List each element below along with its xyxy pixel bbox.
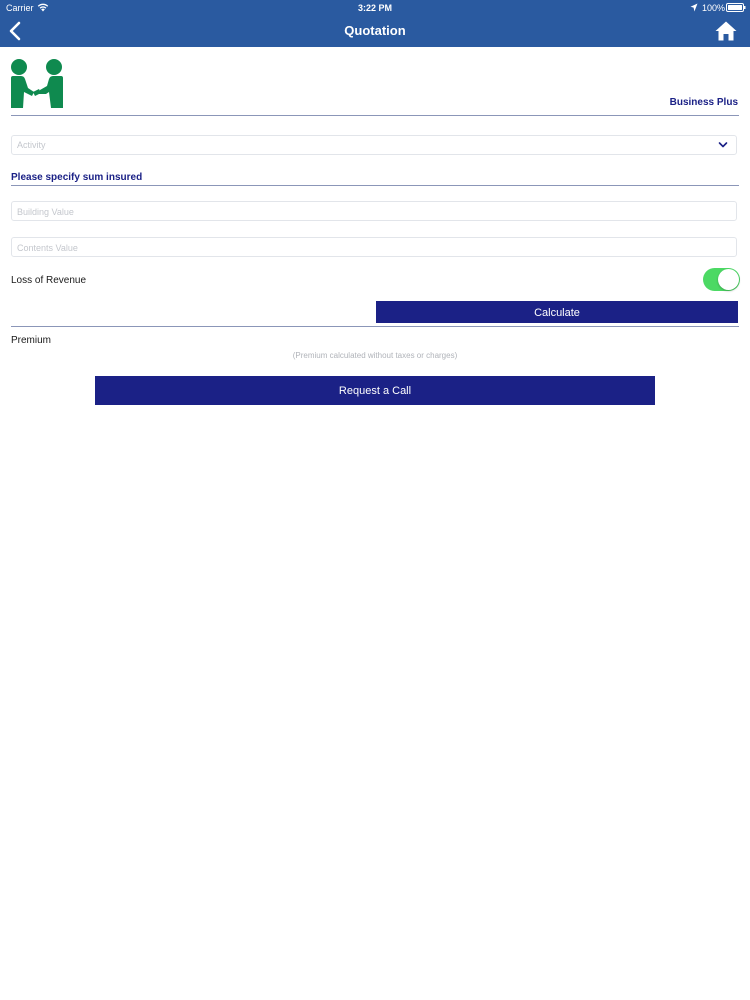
battery-percentage: 100% <box>702 3 726 13</box>
premium-note: (Premium calculated without taxes or cha… <box>292 351 458 360</box>
battery-icon <box>726 3 746 12</box>
premium-label: Premium <box>11 335 52 346</box>
activity-select[interactable]: Activity <box>11 135 737 155</box>
sum-insured-heading: Please specify sum insured <box>11 172 143 183</box>
page-title: Quotation <box>344 23 406 38</box>
request-call-button[interactable]: Request a Call <box>95 376 655 405</box>
contents-value-field[interactable] <box>11 237 737 257</box>
section-divider <box>11 185 739 186</box>
toggle-knob <box>718 269 739 290</box>
result-divider <box>11 326 739 327</box>
header-divider <box>11 115 739 116</box>
top-bar: Carrier 3:22 PM 100% Quotation <box>0 0 750 47</box>
status-bar: Carrier 3:22 PM 100% <box>0 0 750 15</box>
product-name: Business Plus <box>669 97 738 108</box>
activity-placeholder: Activity <box>17 140 46 150</box>
navigation-bar: Quotation <box>0 15 750 47</box>
handshake-people-icon <box>11 59 63 108</box>
clock: 3:22 PM <box>357 3 392 13</box>
building-value-input[interactable] <box>12 203 736 221</box>
calculate-button[interactable]: Calculate <box>376 301 738 323</box>
loss-of-revenue-toggle[interactable] <box>703 268 740 291</box>
location-arrow-icon <box>690 3 698 12</box>
building-value-field[interactable] <box>11 201 737 221</box>
loss-of-revenue-label: Loss of Revenue <box>11 275 87 286</box>
chevron-down-icon <box>718 142 728 148</box>
contents-value-input[interactable] <box>12 239 736 257</box>
home-button[interactable] <box>714 20 738 42</box>
